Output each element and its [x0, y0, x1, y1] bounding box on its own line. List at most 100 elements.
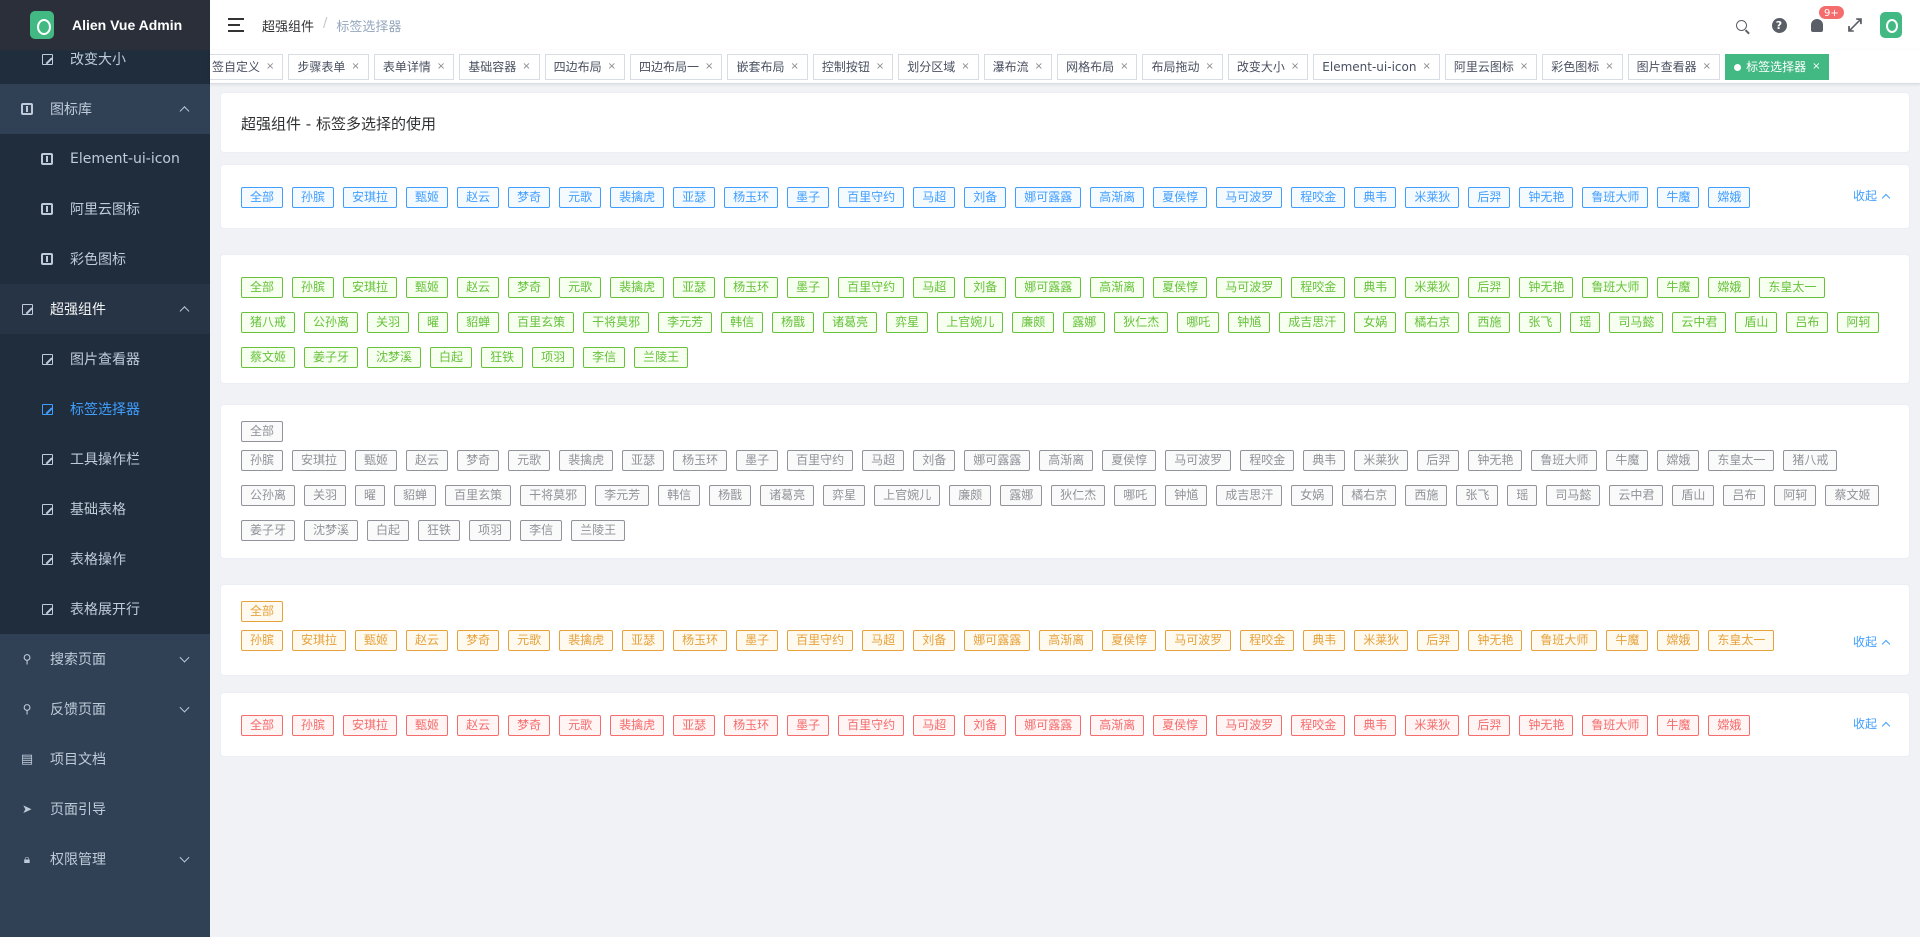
- tag-option[interactable]: 刘备: [913, 450, 956, 471]
- tag-option[interactable]: 夏侯惇: [1102, 450, 1157, 471]
- tag-option[interactable]: 典韦: [1303, 450, 1346, 471]
- tag-option[interactable]: 马超: [862, 630, 905, 651]
- tag-option[interactable]: 亚瑟: [673, 715, 716, 736]
- sidebar-logo[interactable]: Alien Vue Admin: [0, 0, 210, 50]
- tag-option[interactable]: 女娲: [1354, 312, 1397, 333]
- tag-option[interactable]: 百里守约: [787, 450, 854, 471]
- tags-view-tab[interactable]: 步骤表单 ×: [288, 54, 369, 80]
- tag-option[interactable]: 公孙离: [241, 485, 296, 506]
- tag-all[interactable]: 全部: [241, 421, 284, 442]
- close-icon[interactable]: ×: [1291, 55, 1299, 79]
- tag-option[interactable]: 娜可露露: [1015, 187, 1082, 208]
- tag-option[interactable]: 弈星: [886, 312, 929, 333]
- tag-option[interactable]: 梦奇: [457, 450, 500, 471]
- tag-option[interactable]: 程咬金: [1291, 715, 1346, 736]
- tag-option[interactable]: 赵云: [457, 715, 500, 736]
- tag-option[interactable]: 杨玉环: [673, 450, 728, 471]
- avatar[interactable]: [1880, 12, 1902, 38]
- tags-view-tab[interactable]: 控制按钮 ×: [812, 54, 894, 80]
- tag-option[interactable]: 廉颇: [1012, 312, 1055, 333]
- tag-option[interactable]: 钟无艳: [1519, 187, 1574, 208]
- tags-view-tab[interactable]: 瀑布流 ×: [983, 54, 1053, 80]
- tag-option[interactable]: 诸葛亮: [823, 312, 878, 333]
- tag-option[interactable]: 裴擒虎: [610, 187, 665, 208]
- sidebar-item-tag-selector[interactable]: 标签选择器: [0, 384, 210, 434]
- tag-option[interactable]: 李信: [583, 347, 626, 368]
- tag-option[interactable]: 姜子牙: [304, 347, 359, 368]
- tag-option[interactable]: 马可波罗: [1216, 187, 1283, 208]
- tag-option[interactable]: 牛魔: [1606, 630, 1649, 651]
- tag-option[interactable]: 白起: [430, 347, 473, 368]
- tag-option[interactable]: 安琪拉: [292, 450, 347, 471]
- tag-option[interactable]: 后羿: [1417, 450, 1460, 471]
- tag-option[interactable]: 女娲: [1291, 485, 1334, 506]
- tag-option[interactable]: 张飞: [1456, 485, 1499, 506]
- tag-option[interactable]: 百里守约: [838, 277, 905, 298]
- tag-option[interactable]: 杨戬: [772, 312, 815, 333]
- tags-view-tab[interactable]: 阿里云图标 ×: [1444, 54, 1538, 80]
- tag-option[interactable]: 后羿: [1468, 187, 1511, 208]
- sidebar-item-element-ui-icon[interactable]: Element-ui-icon: [0, 134, 210, 184]
- tag-option[interactable]: 赵云: [406, 450, 449, 471]
- tag-option[interactable]: 墨子: [736, 630, 779, 651]
- sidebar-item-permission[interactable]: 🔒︎ 权限管理: [0, 834, 210, 884]
- tag-option[interactable]: 项羽: [532, 347, 575, 368]
- tag-option[interactable]: 娜可露露: [1015, 715, 1082, 736]
- tag-option[interactable]: 亚瑟: [622, 450, 665, 471]
- close-icon[interactable]: ×: [1205, 55, 1213, 79]
- tag-option[interactable]: 云中君: [1672, 312, 1727, 333]
- tag-option[interactable]: 曜: [355, 485, 386, 506]
- tag-option[interactable]: 钟无艳: [1519, 277, 1574, 298]
- tag-option[interactable]: 赵云: [457, 187, 500, 208]
- tag-option[interactable]: 貂蝉: [394, 485, 437, 506]
- tags-view-tab[interactable]: 四边布局 ×: [544, 54, 626, 80]
- tag-option[interactable]: 杨戬: [709, 485, 752, 506]
- tag-option[interactable]: 马可波罗: [1216, 277, 1283, 298]
- tag-option[interactable]: 马可波罗: [1165, 450, 1232, 471]
- tag-option[interactable]: 安琪拉: [343, 277, 398, 298]
- tag-option[interactable]: 高渐离: [1039, 450, 1094, 471]
- tag-all[interactable]: 全部: [241, 601, 284, 622]
- close-icon[interactable]: ×: [1120, 55, 1128, 79]
- tag-option[interactable]: 百里玄策: [508, 312, 575, 333]
- tag-option[interactable]: 李信: [520, 520, 563, 541]
- tag-option[interactable]: 钟无艳: [1468, 630, 1523, 651]
- close-icon[interactable]: ×: [1605, 55, 1613, 79]
- tag-option[interactable]: 元歌: [559, 187, 602, 208]
- tag-option[interactable]: 马可波罗: [1216, 715, 1283, 736]
- tags-view-tab[interactable]: 划分区域 ×: [898, 54, 979, 80]
- tags-view-tab[interactable]: 网格布局 ×: [1057, 54, 1138, 80]
- tag-option[interactable]: 娜可露露: [964, 450, 1031, 471]
- tag-option[interactable]: 东皇太一: [1759, 277, 1826, 298]
- tag-option[interactable]: 韩信: [721, 312, 764, 333]
- close-icon[interactable]: ×: [608, 55, 616, 79]
- tag-option[interactable]: 猪八戒: [1783, 450, 1838, 471]
- close-icon[interactable]: ×: [266, 55, 274, 79]
- tag-option[interactable]: 干将莫邪: [583, 312, 650, 333]
- tag-option[interactable]: 鲁班大师: [1531, 450, 1598, 471]
- tag-option[interactable]: 杨玉环: [673, 630, 728, 651]
- tag-option[interactable]: 百里守约: [838, 187, 905, 208]
- tag-option[interactable]: 钟馗: [1165, 485, 1208, 506]
- tag-option[interactable]: 典韦: [1354, 277, 1397, 298]
- search-button[interactable]: [1722, 0, 1760, 50]
- tag-option[interactable]: 百里守约: [787, 630, 854, 651]
- tag-option[interactable]: 典韦: [1354, 187, 1397, 208]
- tag-option[interactable]: 东皇太一: [1708, 450, 1775, 471]
- tag-option[interactable]: 安琪拉: [343, 715, 398, 736]
- sidebar-item-table-ops[interactable]: 表格操作: [0, 534, 210, 584]
- tag-option[interactable]: 亚瑟: [673, 187, 716, 208]
- tag-option[interactable]: 米莱狄: [1405, 277, 1460, 298]
- tag-option[interactable]: 关羽: [304, 485, 347, 506]
- fullscreen-button[interactable]: ⤢: [1836, 0, 1874, 50]
- tag-option[interactable]: 高渐离: [1090, 187, 1145, 208]
- tag-option[interactable]: 猪八戒: [241, 312, 296, 333]
- tag-option[interactable]: 元歌: [559, 715, 602, 736]
- tag-option[interactable]: 赵云: [406, 630, 449, 651]
- tag-option[interactable]: 牛魔: [1657, 715, 1700, 736]
- tag-option[interactable]: 盾山: [1672, 485, 1715, 506]
- tag-option[interactable]: 孙膑: [241, 630, 284, 651]
- tag-option[interactable]: 墨子: [787, 277, 830, 298]
- tag-option[interactable]: 白起: [367, 520, 410, 541]
- tag-option[interactable]: 钟无艳: [1519, 715, 1574, 736]
